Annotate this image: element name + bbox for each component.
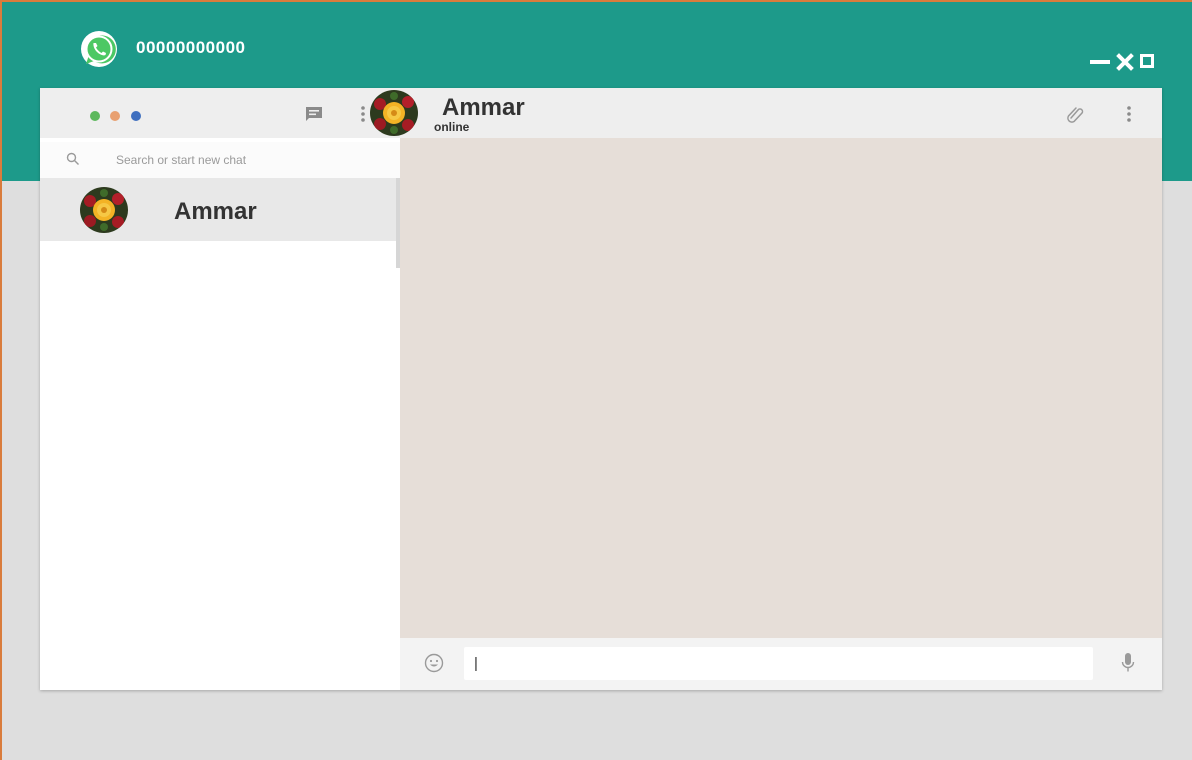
conversation-pane: Ammar online xyxy=(370,88,1162,690)
conversation-header: Ammar online xyxy=(370,88,1162,138)
message-input[interactable] xyxy=(464,647,1093,680)
flower-avatar xyxy=(80,187,128,233)
more-vert-icon[interactable] xyxy=(1126,104,1132,124)
status-dot-green xyxy=(90,111,100,121)
paperclip-icon[interactable] xyxy=(1065,104,1085,124)
chat-name: Ammar xyxy=(174,198,257,225)
flower-avatar[interactable] xyxy=(370,90,418,136)
emoji-icon[interactable] xyxy=(424,653,444,673)
message-area xyxy=(400,138,1162,638)
sidebar: Ammar xyxy=(40,88,400,690)
chat-list-item[interactable]: Ammar xyxy=(40,178,398,241)
search-input[interactable] xyxy=(116,150,376,170)
status-dot-blue xyxy=(131,111,141,121)
chat-window: Ammar Ammar online xyxy=(40,88,1162,690)
chat-icon[interactable] xyxy=(305,106,323,122)
account-phone-number: 00000000000 xyxy=(136,38,246,57)
sidebar-header xyxy=(40,88,400,138)
contact-status: online xyxy=(434,120,470,134)
close-icon[interactable] xyxy=(1116,52,1134,72)
mic-icon[interactable] xyxy=(1121,652,1135,674)
status-dot-orange xyxy=(110,111,120,121)
search-bar xyxy=(40,142,400,178)
search-icon[interactable] xyxy=(66,152,80,166)
composer-bar xyxy=(400,638,1162,690)
more-vert-icon[interactable] xyxy=(360,104,366,124)
minimize-icon[interactable] xyxy=(1090,60,1110,64)
maximize-icon[interactable] xyxy=(1140,54,1154,68)
whatsapp-icon xyxy=(80,30,118,68)
contact-name: Ammar xyxy=(442,94,525,121)
